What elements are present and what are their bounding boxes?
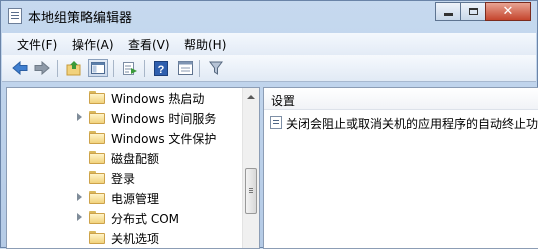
toolbar-separator — [144, 60, 145, 77]
tree-item[interactable]: 电源管理 — [7, 188, 243, 208]
tree-item-label: Windows 时间服务 — [111, 112, 217, 126]
tree-pane: Windows 热启动 Windows 时间服务 Windows 文件保护 磁盘… — [6, 87, 260, 249]
maximize-icon — [468, 8, 478, 15]
tree-item-label: Windows 热启动 — [111, 92, 205, 106]
close-icon: ✕ — [502, 4, 514, 19]
tree-item[interactable]: 登录 — [7, 168, 243, 188]
folder-icon — [89, 231, 105, 244]
tree-item-label: 分布式 COM — [111, 212, 179, 226]
minimize-icon — [443, 13, 453, 16]
help-button[interactable]: ? — [151, 59, 171, 77]
expand-arrow-icon[interactable] — [77, 193, 82, 201]
policy-row[interactable]: 关闭会阻止或取消关机的应用程序的自动终止功能 — [268, 114, 538, 132]
settings-pane: 设置 关闭会阻止或取消关机的应用程序的自动终止功能 — [263, 87, 538, 249]
show-hide-tree-button[interactable] — [88, 59, 108, 77]
menu-file[interactable]: 文件(F) — [17, 36, 57, 53]
tree-item-label: Windows 文件保护 — [111, 132, 217, 146]
title-bar[interactable]: 本地组策略编辑器 ✕ — [1, 1, 537, 31]
tree-item[interactable]: 关机选项 — [7, 228, 243, 248]
tree-item[interactable]: Windows 时间服务 — [7, 108, 243, 128]
column-header-label: 设置 — [271, 94, 296, 108]
scroll-thumb[interactable] — [245, 168, 257, 214]
up-folder-icon — [66, 61, 81, 76]
window-title: 本地组策略编辑器 — [28, 11, 133, 26]
menu-view[interactable]: 查看(V) — [128, 36, 170, 53]
menu-bar: 文件(F) 操作(A) 查看(V) 帮助(H) — [2, 33, 536, 55]
help-icon: ? — [154, 60, 168, 76]
close-button[interactable]: ✕ — [485, 2, 531, 21]
forward-button[interactable] — [32, 59, 52, 77]
export-list-icon — [123, 61, 137, 75]
svg-text:?: ? — [158, 64, 165, 76]
folder-icon — [89, 91, 105, 104]
folder-icon — [89, 171, 105, 184]
tree-item[interactable]: Windows 文件保护 — [7, 128, 243, 148]
folder-icon — [89, 151, 105, 164]
back-button[interactable] — [10, 59, 30, 77]
policy-label: 关闭会阻止或取消关机的应用程序的自动终止功能 — [286, 117, 538, 131]
policy-setting-icon — [270, 116, 282, 129]
folder-icon — [89, 131, 105, 144]
tree-item-label: 关机选项 — [111, 232, 160, 246]
tree-item[interactable]: Windows 热启动 — [7, 88, 243, 108]
menu-action[interactable]: 操作(A) — [72, 36, 114, 53]
gpedit-app-icon — [8, 8, 22, 24]
tree-item[interactable]: 磁盘配额 — [7, 148, 243, 168]
toolbar-separator — [199, 60, 200, 77]
column-header-settings[interactable]: 设置 — [264, 88, 538, 110]
properties-icon — [177, 61, 193, 75]
tree-item-label: 磁盘配额 — [111, 152, 160, 166]
up-folder-button[interactable] — [64, 59, 84, 77]
expand-arrow-icon[interactable] — [77, 113, 82, 121]
properties-button[interactable] — [175, 59, 195, 77]
forward-icon — [34, 61, 50, 75]
tree-item-label: 电源管理 — [111, 192, 160, 206]
toolbar-separator — [57, 60, 58, 77]
folder-icon — [89, 211, 105, 224]
expand-arrow-icon[interactable] — [77, 213, 82, 221]
back-icon — [12, 61, 28, 75]
minimize-button[interactable] — [435, 2, 461, 21]
main-window: 本地组策略编辑器 ✕ 文件(F) 操作(A) 查看(V) 帮助(H) ? Win… — [0, 0, 538, 249]
toolbar-separator — [113, 60, 114, 77]
tree-item-label: 登录 — [111, 172, 136, 186]
export-list-button[interactable] — [120, 59, 140, 77]
toolbar: ? — [2, 55, 536, 82]
folder-icon — [89, 111, 105, 124]
filter-button[interactable] — [206, 59, 226, 77]
window-controls: ✕ — [435, 2, 531, 21]
filter-icon — [209, 61, 223, 75]
tree-item[interactable]: 分布式 COM — [7, 208, 243, 228]
show-hide-tree-icon — [91, 62, 105, 74]
tree-scrollbar[interactable] — [242, 88, 259, 248]
folder-icon — [89, 191, 105, 204]
maximize-button[interactable] — [460, 2, 486, 21]
menu-help[interactable]: 帮助(H) — [184, 36, 226, 53]
scroll-up-icon[interactable] — [243, 88, 259, 105]
